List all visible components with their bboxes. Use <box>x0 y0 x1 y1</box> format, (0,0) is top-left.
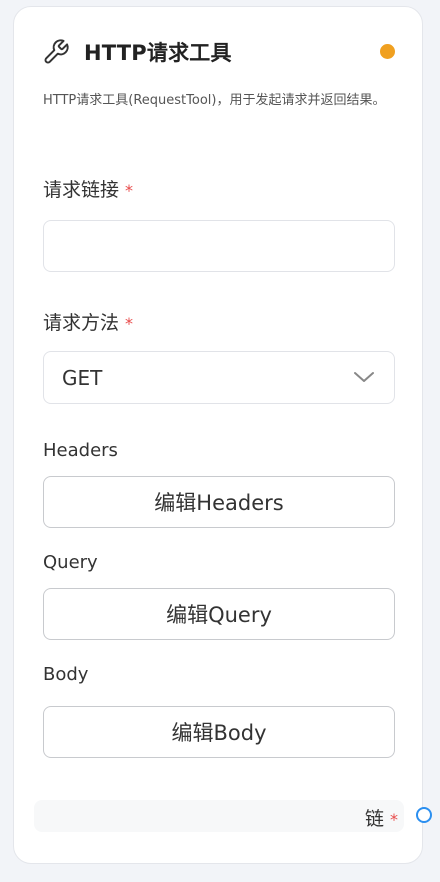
node-description: HTTP请求工具(RequestTool)，用于发起请求并返回结果。 <box>43 93 386 108</box>
node-title: HTTP请求工具 <box>84 41 232 65</box>
edit-headers-button[interactable]: 编辑Headers <box>43 476 395 528</box>
edit-body-button[interactable]: 编辑Body <box>43 706 395 758</box>
url-input[interactable] <box>43 220 395 272</box>
url-field-label: 请求链接 * <box>43 175 133 202</box>
method-label-text: 请求方法 <box>43 312 120 334</box>
output-row: 链 * <box>34 800 404 832</box>
body-label: Body <box>43 664 89 685</box>
output-label-text: 链 <box>364 808 384 830</box>
http-request-node-card[interactable]: HTTP请求工具 HTTP请求工具(RequestTool)，用于发起请求并返回… <box>13 6 423 864</box>
query-label: Query <box>43 552 98 573</box>
output-connection-handle[interactable] <box>416 807 432 823</box>
node-header: HTTP请求工具 <box>42 37 232 67</box>
headers-label: Headers <box>43 440 118 461</box>
required-mark: * <box>390 810 398 829</box>
method-field-label: 请求方法 * <box>43 308 133 335</box>
method-select[interactable]: GET <box>43 351 395 404</box>
output-label: 链 * <box>365 804 398 831</box>
url-label-text: 请求链接 <box>43 179 120 201</box>
required-mark: * <box>125 181 134 200</box>
status-indicator-dot <box>380 44 395 59</box>
edit-query-button[interactable]: 编辑Query <box>43 588 395 640</box>
chevron-down-icon <box>352 367 376 387</box>
wrench-icon <box>42 38 70 66</box>
method-select-value: GET <box>62 365 103 390</box>
required-mark: * <box>125 314 134 333</box>
